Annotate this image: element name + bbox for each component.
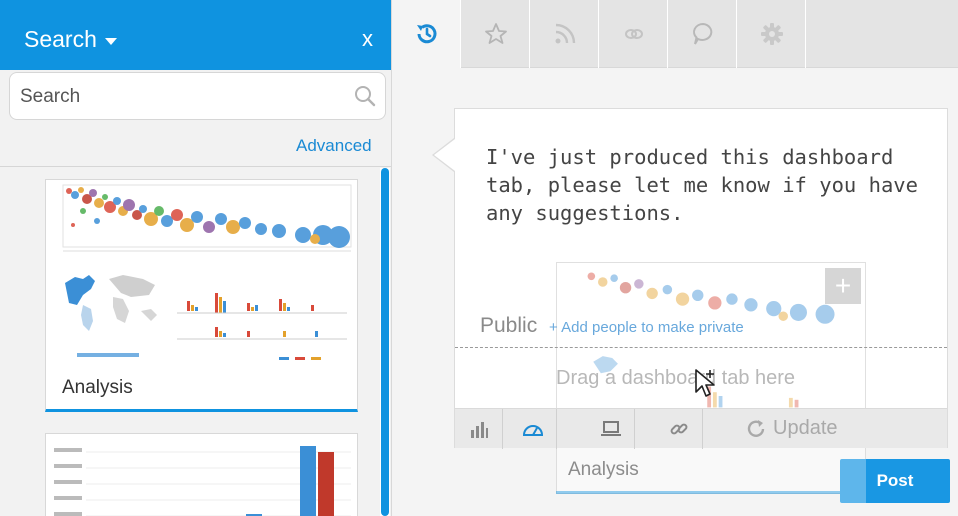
activity-tab-strip bbox=[393, 0, 958, 68]
visibility-row: Public + Add people to make private bbox=[480, 314, 744, 338]
add-to-comment-icon: + bbox=[825, 268, 861, 304]
update-button[interactable]: Update bbox=[745, 417, 838, 440]
attach-link-button[interactable] bbox=[655, 409, 703, 449]
post-button-label: Post bbox=[876, 471, 914, 490]
post-button[interactable]: Post bbox=[840, 459, 950, 503]
visibility-label: Public bbox=[480, 314, 538, 337]
bar-chart-icon bbox=[470, 422, 488, 438]
attach-chart-button[interactable] bbox=[455, 409, 503, 449]
search-mode-dropdown[interactable]: Search bbox=[24, 26, 117, 53]
dragged-card-label: Analysis bbox=[568, 459, 639, 480]
app-root: Search x Advanced bbox=[0, 0, 958, 516]
scrollbar-thumb[interactable] bbox=[381, 168, 389, 516]
dashboard-gauge-icon bbox=[522, 425, 543, 436]
bubble-pointer-fill bbox=[434, 139, 455, 171]
tab-links[interactable] bbox=[600, 0, 668, 68]
drop-zone-hint: Drag a dashboard tab here bbox=[556, 367, 796, 389]
caret-down-icon bbox=[104, 37, 117, 45]
comment-text-field[interactable]: I've just produced this dashboard tab, p… bbox=[486, 143, 926, 227]
add-people-link[interactable]: + Add people to make private bbox=[549, 319, 744, 336]
bar-chart-thumbnail bbox=[54, 446, 351, 516]
history-icon bbox=[416, 24, 436, 44]
tab-settings[interactable] bbox=[738, 0, 806, 68]
divider bbox=[0, 166, 391, 167]
post-button-overlay bbox=[840, 459, 866, 503]
link-icon bbox=[624, 29, 643, 39]
search-input[interactable] bbox=[20, 83, 340, 111]
attach-dashboard-button[interactable] bbox=[509, 409, 557, 449]
chain-link-icon bbox=[670, 423, 687, 435]
tab-favourites[interactable] bbox=[462, 0, 530, 68]
laptop-icon bbox=[600, 421, 621, 436]
result-card-label: Analysis bbox=[62, 377, 133, 398]
mouse-cursor-icon bbox=[695, 369, 715, 397]
attachment-toolbar bbox=[455, 408, 947, 449]
advanced-search-link[interactable]: Advanced bbox=[296, 136, 372, 156]
tab-timeline[interactable] bbox=[393, 0, 461, 68]
refresh-icon bbox=[747, 419, 765, 437]
tab-comments[interactable] bbox=[669, 0, 737, 68]
dashboard-thumbnail bbox=[62, 184, 352, 360]
drop-zone-divider bbox=[455, 347, 947, 348]
speech-bubble-icon bbox=[692, 22, 712, 45]
result-card-bar-chart[interactable] bbox=[45, 433, 358, 516]
rss-icon bbox=[555, 23, 575, 44]
gear-icon bbox=[760, 23, 783, 45]
search-panel-header: Search x bbox=[0, 0, 391, 70]
result-card-analysis[interactable]: Analysis bbox=[45, 179, 358, 412]
attach-storyboard-button[interactable] bbox=[587, 409, 635, 449]
close-panel-button[interactable]: x bbox=[362, 26, 373, 52]
tab-feed[interactable] bbox=[531, 0, 599, 68]
search-panel: Search x Advanced bbox=[0, 0, 392, 516]
dragged-card-underline bbox=[556, 491, 866, 494]
star-icon bbox=[484, 23, 507, 44]
search-icon[interactable] bbox=[353, 84, 377, 108]
search-panel-title: Search bbox=[24, 26, 97, 52]
update-label: Update bbox=[773, 417, 838, 439]
search-box bbox=[9, 72, 386, 120]
